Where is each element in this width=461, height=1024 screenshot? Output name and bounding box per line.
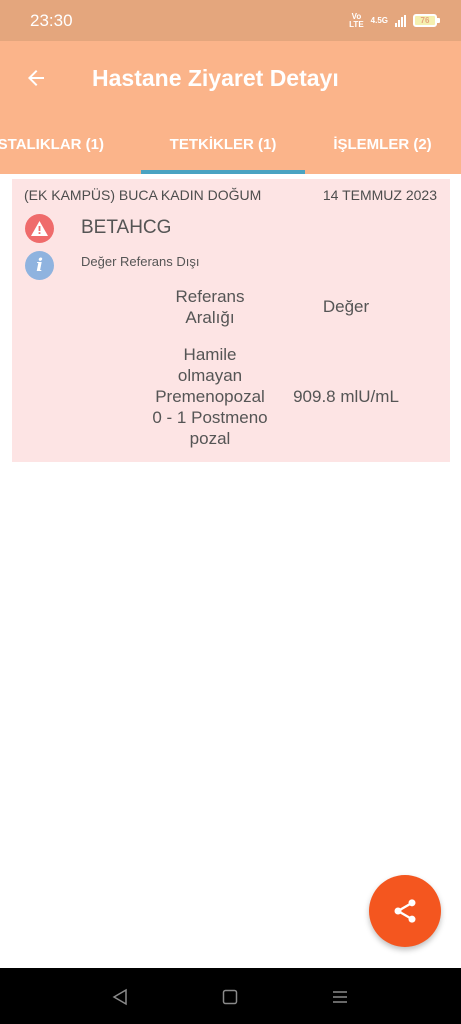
signal-icon [395,14,406,27]
reference-range-header: Referans Aralığı [144,286,276,328]
network-type-label: 4.5G [370,15,388,25]
result-value: 909.8 mlU/mL [293,387,399,406]
back-button[interactable] [18,60,54,96]
page-title: Hastane Ziyaret Detayı [92,64,339,91]
share-button[interactable] [369,875,441,947]
info-icon: i [25,251,54,280]
volte-bottom: LTE [349,19,364,29]
hospital-name: (EK KAMPÜS) BUCA KADIN DOĞUM [24,187,262,203]
tab-tests[interactable]: TETKİKLER (1) [141,115,305,174]
arrow-left-icon [28,70,44,86]
test-result-card[interactable]: (EK KAMPÜS) BUCA KADIN DOĞUM 14 TEMMUZ 2… [12,179,450,462]
value-header: Değer [322,297,370,316]
tab-procedures[interactable]: İŞLEMLER (2) [305,115,460,174]
reference-line: olmayan [177,366,243,385]
reference-header-line: Referans [175,287,245,306]
status-time: 23:30 [30,10,73,30]
tab-indicator [141,170,305,174]
menu-lines-icon [333,991,347,1003]
tab-diseases[interactable]: HASTALIKLAR (1) [0,115,140,174]
square-home-icon [222,989,238,1005]
nav-recents-button[interactable] [325,982,355,1012]
result-status: Değer Referans Dışı [81,254,200,269]
battery-level: 76 [420,16,430,25]
share-icon [394,899,416,923]
test-name: BETAHCG [81,217,172,238]
nav-back-button[interactable] [105,982,135,1012]
reference-range-value: Hamile olmayan Premenopozal 0 - 1 Postme… [144,344,276,449]
nav-home-button[interactable] [215,982,245,1012]
visit-date: 14 TEMMUZ 2023 [322,187,437,203]
triangle-back-icon [112,988,127,1006]
battery-icon: 76 [413,14,440,27]
system-nav-bar [0,968,461,1024]
tab-bar: HASTALIKLAR (1) TETKİKLER (1) İŞLEMLER (… [0,115,461,174]
network-type-icon: 4.5G [370,15,388,25]
reference-line: 0 - 1 Postmeno [152,408,268,427]
reference-line: Premenopozal [155,387,265,406]
reference-header-line: Aralığı [185,308,235,327]
status-icons: Vo LTE 4.5G 76 [349,12,440,29]
status-bar: 23:30 Vo LTE 4.5G 76 [0,0,461,41]
reference-line: Hamile [183,345,237,364]
warning-icon [25,214,54,243]
app-bar: Hastane Ziyaret Detayı [0,41,461,115]
reference-line: pozal [189,429,231,448]
volte-icon: Vo LTE [349,12,364,29]
